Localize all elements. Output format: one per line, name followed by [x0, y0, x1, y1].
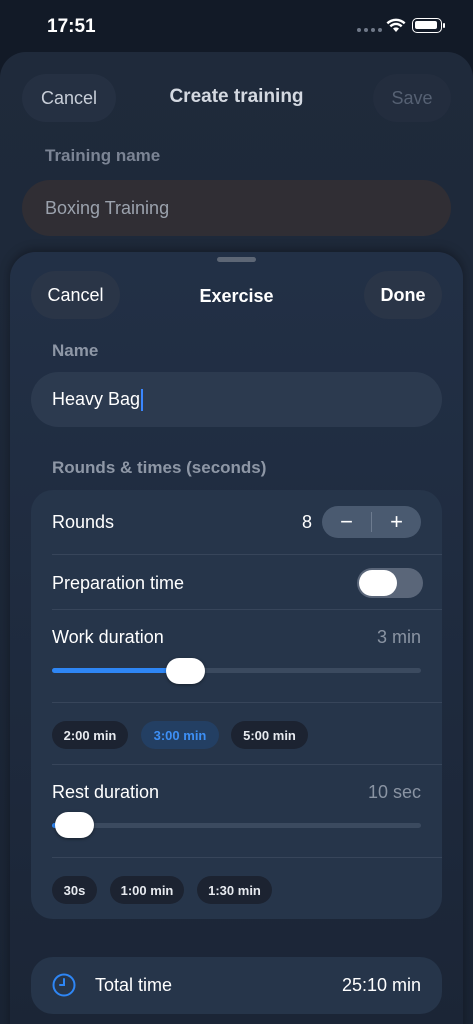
wifi-icon: [386, 18, 406, 32]
divider: [52, 857, 442, 858]
exercise-name-label: Name: [52, 341, 99, 360]
divider: [52, 764, 442, 765]
rounds-times-section-label: Rounds & times (seconds): [52, 458, 267, 477]
sheet-grabber-handle[interactable]: [217, 257, 256, 262]
work-preset-chip[interactable]: 5:00 min: [231, 721, 308, 749]
work-duration-value: 3 min: [376, 627, 421, 647]
battery-icon: [412, 18, 445, 33]
toggle-knob: [359, 570, 397, 596]
work-duration-slider-fill: [52, 668, 183, 673]
rounds-increment-button[interactable]: +: [372, 506, 421, 538]
cellular-signal-icon: [357, 28, 382, 32]
rest-preset-chip[interactable]: 1:00 min: [110, 876, 184, 904]
work-preset-chip[interactable]: 2:00 min: [52, 721, 128, 749]
work-duration-slider[interactable]: [52, 668, 421, 673]
status-time: 17:51: [47, 16, 96, 37]
divider: [52, 609, 442, 610]
preparation-time-label: Preparation time: [52, 573, 185, 593]
rest-duration-value: 10 sec: [367, 782, 421, 802]
text-caret: [141, 388, 144, 411]
total-time-value: 25:10 min: [341, 975, 421, 995]
rest-preset-chip[interactable]: 1:30 min: [197, 876, 272, 904]
create-training-save-button[interactable]: Save: [373, 74, 451, 122]
work-preset-chip[interactable]: 3:00 min: [141, 721, 219, 749]
clock-icon: [52, 973, 76, 997]
preparation-time-toggle[interactable]: [357, 568, 423, 598]
exercise-done-button[interactable]: Done: [364, 271, 442, 319]
total-time-label: Total time: [95, 975, 173, 995]
rest-duration-label: Rest duration: [52, 782, 160, 802]
rounds-decrement-button[interactable]: −: [322, 506, 371, 538]
work-duration-label: Work duration: [52, 627, 164, 647]
work-duration-slider-knob[interactable]: [166, 658, 206, 684]
exercise-name-field[interactable]: Heavy Bag: [31, 372, 442, 427]
rest-duration-slider-knob[interactable]: [55, 812, 95, 838]
rest-preset-chip[interactable]: 30s: [52, 876, 97, 904]
divider: [52, 554, 442, 555]
rounds-value: 8: [301, 512, 312, 532]
divider: [52, 702, 442, 703]
rest-duration-slider[interactable]: [52, 823, 421, 828]
training-name-field[interactable]: Boxing Training: [22, 180, 451, 236]
rounds-label: Rounds: [52, 512, 115, 532]
training-name-value: Boxing Training: [45, 197, 170, 218]
rounds-stepper[interactable]: − +: [322, 506, 421, 538]
training-name-label: Training name: [45, 146, 161, 165]
status-bar: 17:51: [0, 0, 473, 52]
exercise-name-value: Heavy Bag: [52, 389, 141, 409]
